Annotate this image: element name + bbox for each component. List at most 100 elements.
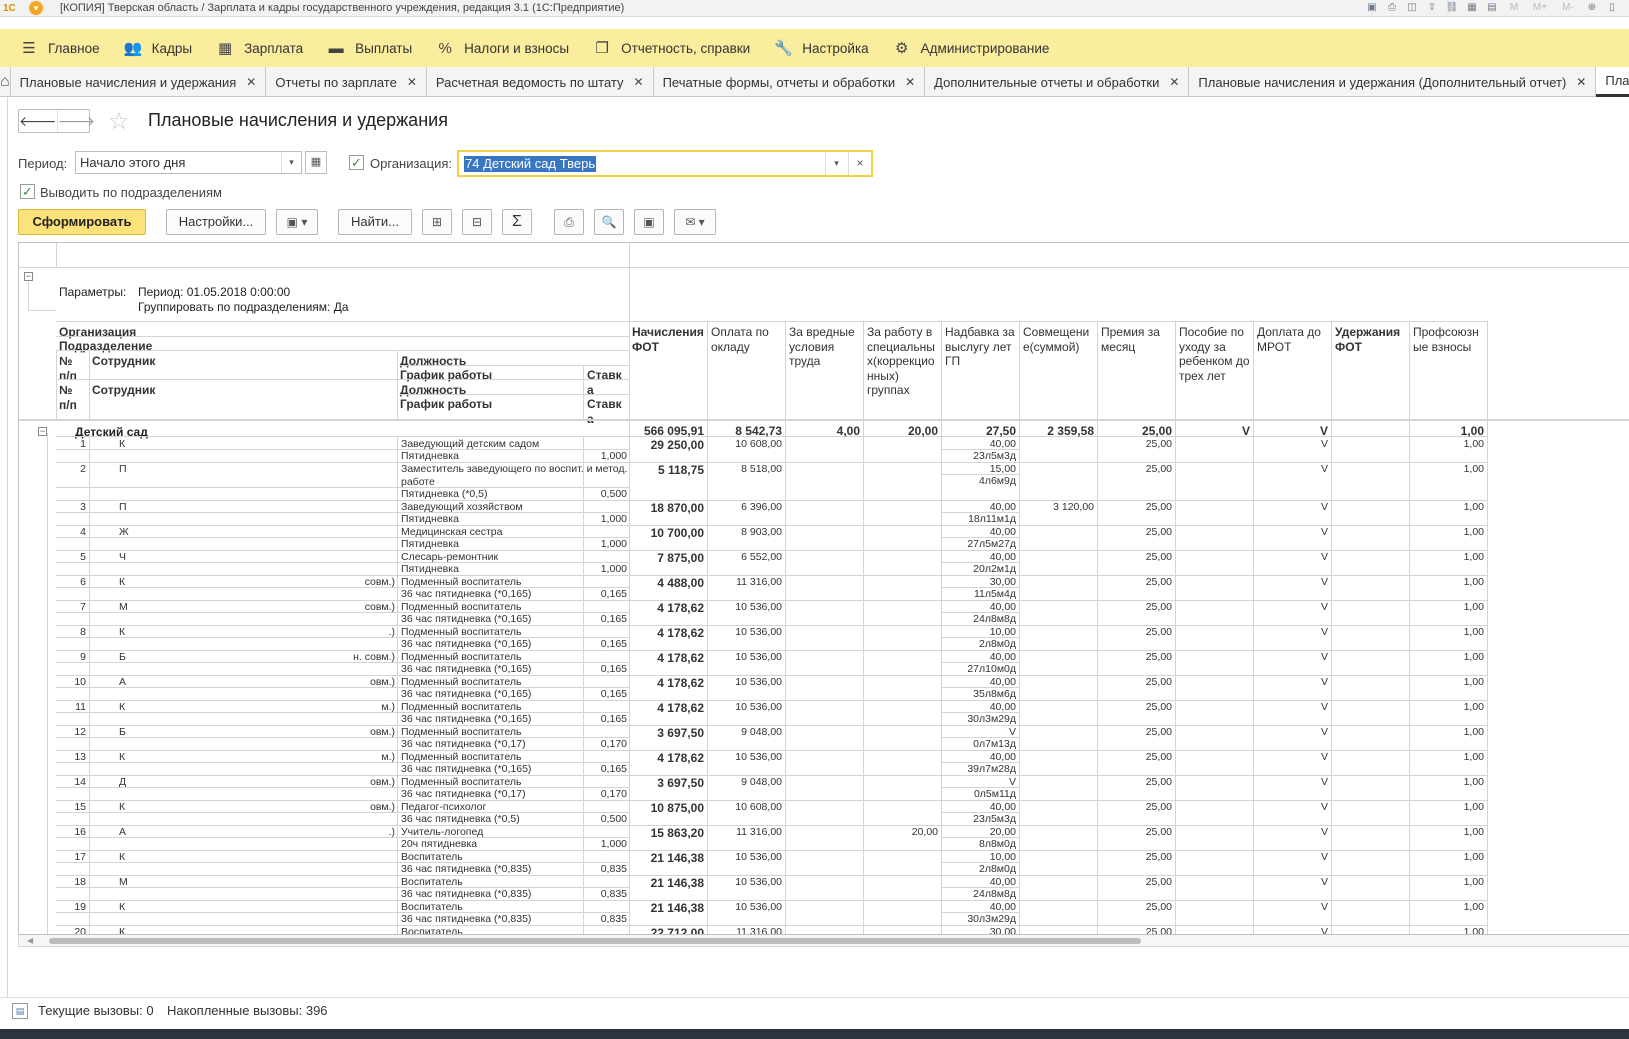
row-value-cell: 6 396,00 (741, 501, 782, 513)
close-icon[interactable]: ✕ (634, 75, 644, 89)
row-schedule: 20ч пятидневка (401, 838, 478, 850)
period-field[interactable]: Начало этого дня ▾ (75, 151, 302, 174)
row-schedule: Пятидневка (401, 450, 459, 462)
find-button[interactable]: Найти... (338, 209, 412, 235)
row-value-cell: 6 552,00 (741, 551, 782, 563)
settings-button[interactable]: Настройки... (166, 209, 266, 235)
organization-field[interactable]: 74 Детский сад Тверь ▾ × (457, 150, 873, 177)
row-rate: 1,000 (600, 513, 627, 525)
memory-plus-button[interactable]: M+ (1529, 1, 1551, 15)
close-icon[interactable]: ✕ (407, 75, 417, 89)
upload-icon[interactable]: ⇪ (1425, 1, 1439, 15)
favorite-star-icon[interactable]: ☆ (108, 107, 130, 136)
menu-taxes[interactable]: % Налоги и взносы (424, 29, 581, 67)
tab-payroll-statement[interactable]: Расчетная ведомость по штату ✕ (427, 67, 654, 97)
by-department-checkbox[interactable]: ✓ (20, 184, 35, 199)
row-schedule: 36 час пятидневка (*0,165) (401, 638, 532, 650)
row-value-cell: 25,00 (1145, 438, 1172, 450)
calendar-button[interactable]: ▦ (305, 151, 327, 174)
variants-icon: ▣ ▾ (286, 215, 308, 229)
zoom-icon[interactable]: ⊕ (1585, 1, 1599, 15)
tab-planned-accruals[interactable]: Плановые начисления и удержания ✕ (11, 67, 267, 97)
memory-m-button[interactable]: M (1505, 1, 1523, 15)
preview-icon[interactable]: ◫ (1405, 1, 1419, 15)
sum-button[interactable]: Σ (502, 209, 532, 235)
forward-arrow-icon[interactable]: 🡒 (56, 110, 95, 132)
close-icon[interactable]: ✕ (1576, 75, 1586, 89)
row-seniority-term: 27л5м27д (967, 538, 1016, 550)
row-value-cell: 10 536,00 (735, 901, 782, 913)
tab-planned-accruals-additional[interactable]: Плановые начисления и удержания (Дополни… (1189, 67, 1597, 97)
tab-print-forms[interactable]: Печатные формы, отчеты и обработки ✕ (654, 67, 926, 97)
col-harmful-conditions: За вредные условия труда (789, 325, 855, 368)
close-icon[interactable]: ✕ (1169, 75, 1179, 89)
link-icon[interactable]: ⛓ (1445, 1, 1459, 15)
row-employee: К (119, 926, 126, 935)
back-arrow-icon[interactable]: 🡐 (19, 110, 57, 132)
row-value-cell: V (1320, 438, 1328, 450)
panel-icon[interactable]: ▯ (1605, 1, 1619, 15)
menu-hr[interactable]: 👥 Кадры (112, 29, 204, 67)
menu-administration[interactable]: ⚙ Администрирование (881, 29, 1062, 67)
menu-main[interactable]: ☰ Главное (0, 29, 112, 67)
report-spreadsheet[interactable]: − Параметры: Период: 01.05.2018 0:00:00 … (18, 242, 1629, 935)
menu-payments[interactable]: ▬ Выплаты (315, 29, 424, 67)
scrollbar-thumb[interactable] (49, 938, 1141, 944)
generate-button[interactable]: Сформировать (18, 209, 146, 235)
save-button[interactable]: ▣ (634, 209, 664, 235)
calendar-icon[interactable]: ▤ (1485, 1, 1499, 15)
row-value-cell: 25,00 (1145, 676, 1172, 688)
chevron-down-icon[interactable]: ▾ (281, 152, 301, 173)
row-value-cell: 30,00 (989, 926, 1016, 935)
wrench-icon: 🔧 (774, 40, 793, 57)
row-seniority-term: 0л5м11д (973, 788, 1016, 800)
row-rate: 0,165 (600, 713, 627, 725)
print-icon[interactable]: ⎙ (1385, 1, 1399, 15)
email-dropdown-button[interactable]: ✉ ▾ (674, 209, 716, 235)
collapse-params-icon[interactable]: − (24, 272, 33, 281)
row-value-cell: 25,00 (1145, 751, 1172, 763)
chevron-down-icon[interactable]: ▾ (825, 152, 847, 175)
collapse-group-icon[interactable]: − (38, 427, 47, 436)
row-value-cell: 4 178,62 (657, 701, 704, 715)
close-icon[interactable]: ✕ (246, 75, 256, 89)
expand-groups-button[interactable]: ⊞ (422, 209, 452, 235)
clear-icon[interactable]: × (848, 152, 871, 175)
memory-minus-button[interactable]: M- (1557, 1, 1579, 15)
close-icon[interactable]: ✕ (905, 75, 915, 89)
row-value-cell: V (1320, 501, 1328, 513)
row-value-cell: 1,00 (1463, 726, 1484, 738)
organization-value: 74 Детский сад Тверь (464, 156, 597, 172)
row-value-cell: 25,00 (1145, 501, 1172, 513)
tab-salary-reports[interactable]: Отчеты по зарплате ✕ (266, 67, 427, 97)
calls-monitor-icon[interactable]: ▤ (12, 1003, 28, 1019)
row-value-cell: 10 608,00 (735, 438, 782, 450)
row-value-cell: 29 250,00 (650, 438, 704, 452)
calculator-icon[interactable]: ▦ (1465, 1, 1479, 15)
home-icon[interactable]: ⌂ (0, 67, 11, 97)
menu-settings[interactable]: 🔧 Настройка (762, 29, 880, 67)
variant-dropdown-button[interactable]: ▣ ▾ (276, 209, 318, 235)
row-value-cell: 4 178,62 (657, 601, 704, 615)
params-group: Группировать по подразделениям: Да (138, 300, 349, 314)
row-value-cell: V (1320, 601, 1328, 613)
horizontal-scrollbar[interactable]: ◀ (18, 935, 1629, 947)
collapse-groups-button[interactable]: ⊟ (462, 209, 492, 235)
preview-button[interactable]: 🔍 (594, 209, 624, 235)
tab-additional-reports[interactable]: Дополнительные отчеты и обработки ✕ (925, 67, 1190, 97)
organization-checkbox[interactable]: ✓ (349, 155, 364, 170)
print-button[interactable]: ⎙ (554, 209, 584, 235)
save-icon[interactable]: ▣ (1365, 1, 1379, 15)
row-rate: 1,000 (600, 538, 627, 550)
row-value-cell: V (1320, 576, 1328, 588)
status-bar: ▤ Текущие вызовы: 0 Накопленные вызовы: … (0, 997, 1629, 1023)
row-value-cell: 1,00 (1463, 851, 1484, 863)
tab-planned-active[interactable]: Планов (1596, 67, 1629, 97)
params-period: Период: 01.05.2018 0:00:00 (138, 285, 291, 299)
row-value-cell: V (1320, 551, 1328, 563)
row-value-cell: V (1320, 876, 1328, 888)
menu-reports[interactable]: ❐ Отчетность, справки (581, 29, 762, 67)
system-menu-button[interactable]: ▾ (29, 1, 43, 15)
scroll-left-icon[interactable]: ◀ (27, 935, 33, 947)
menu-salary[interactable]: ▦ Зарплата (204, 29, 315, 67)
